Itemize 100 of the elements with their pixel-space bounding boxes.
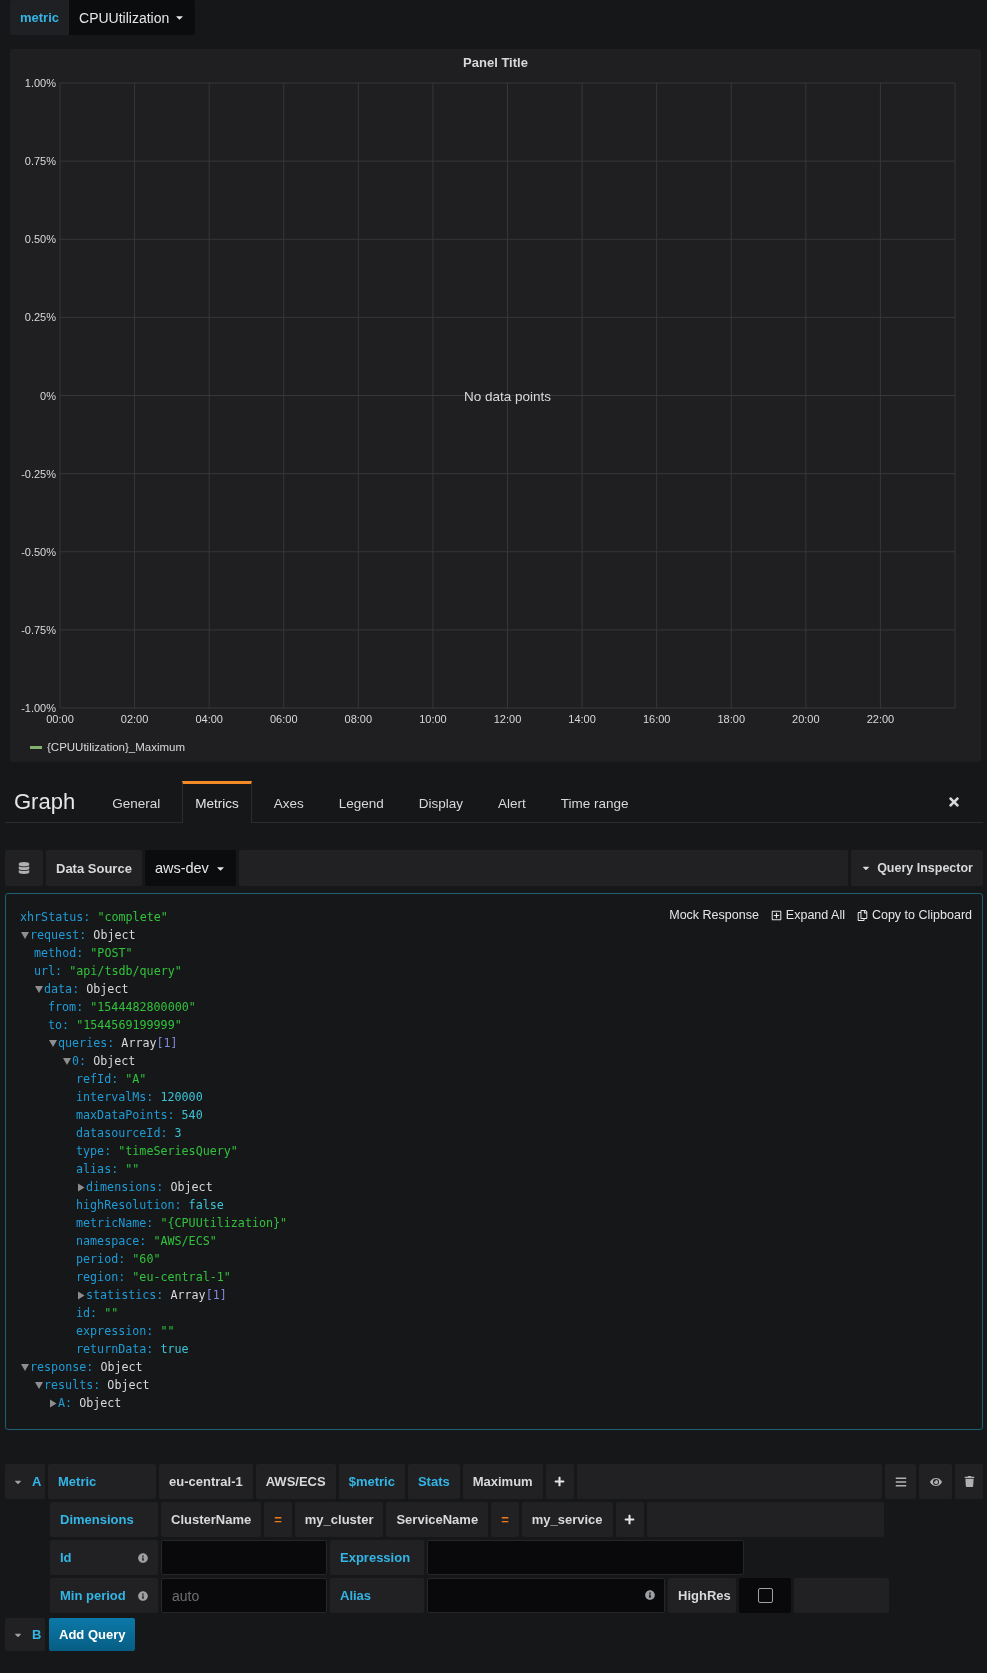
json-key[interactable]: request: [30, 928, 87, 942]
dimension-key-segment[interactable]: ClusterName [161, 1502, 262, 1537]
query-inspector-button[interactable]: Query Inspector [851, 850, 983, 886]
expression-input[interactable] [427, 1540, 744, 1575]
dimension-value-segment[interactable]: my_service [521, 1502, 613, 1537]
info-icon[interactable] [138, 1552, 148, 1563]
id-input[interactable] [161, 1540, 327, 1575]
no-data-message: No data points [463, 388, 552, 404]
json-key: from: [48, 1000, 84, 1014]
trash-icon[interactable] [963, 1476, 975, 1487]
query-ref-toggle[interactable]: B [5, 1618, 45, 1651]
data-source-dropdown[interactable]: aws-dev [144, 850, 236, 886]
metric-name-segment[interactable]: $metric [338, 1464, 405, 1499]
highres-label: HighRes [668, 1578, 736, 1613]
min-period-input[interactable]: auto [161, 1578, 327, 1613]
json-value: Array [170, 1288, 206, 1302]
x-axis-label: 06:00 [270, 713, 298, 725]
eye-icon[interactable] [929, 1475, 942, 1488]
inspector-action-link[interactable]: Expand All [770, 908, 845, 922]
operator-segment[interactable]: = [264, 1502, 292, 1537]
editor-tab[interactable]: General [99, 781, 174, 823]
y-axis-label: -0.25% [21, 467, 56, 480]
json-value: false [188, 1198, 224, 1212]
json-value: Object [93, 1054, 136, 1068]
json-key[interactable]: data: [44, 982, 80, 996]
plus-icon[interactable] [554, 1476, 566, 1487]
json-value: "AWS/ECS" [153, 1234, 217, 1248]
query-ref-toggle[interactable]: A [5, 1464, 45, 1499]
json-value: "POST" [90, 946, 133, 960]
x-axis-label: 04:00 [195, 713, 223, 725]
inspector-action-link[interactable]: Copy to Clipboard [856, 908, 972, 922]
y-axis-label: 1.00% [24, 77, 56, 89]
alias-input[interactable] [427, 1578, 665, 1613]
stat-segment[interactable]: Maximum [462, 1464, 543, 1499]
region-segment[interactable]: eu-central-1 [159, 1464, 253, 1499]
json-key: method: [34, 946, 84, 960]
expand-arrow-icon[interactable] [20, 930, 30, 940]
json-key: period: [76, 1252, 126, 1266]
query-ref-id: A [32, 1474, 42, 1489]
expand-arrow-icon[interactable] [34, 984, 44, 994]
editor-tab[interactable]: Alert [485, 781, 539, 823]
menu-icon[interactable] [894, 1475, 907, 1488]
json-key: refId: [76, 1072, 119, 1086]
dimension-key-segment[interactable]: ServiceName [386, 1502, 489, 1537]
json-key[interactable]: queries: [58, 1036, 115, 1050]
json-value: "A" [125, 1072, 147, 1086]
add-query-button[interactable]: Add Query [49, 1618, 136, 1651]
expand-arrow-icon[interactable] [20, 1362, 30, 1372]
json-value: "" [104, 1306, 119, 1320]
min-period-label: Min period [50, 1578, 158, 1613]
variable-dropdown[interactable]: CPUUtilization [69, 0, 196, 35]
editor-tab[interactable]: Axes [260, 781, 317, 823]
json-value: Object [107, 1378, 150, 1392]
namespace-segment[interactable]: AWS/ECS [255, 1464, 336, 1499]
expand-arrow-icon[interactable] [76, 1290, 86, 1300]
editor-tab[interactable]: Time range [547, 781, 642, 823]
json-key[interactable]: A: [58, 1396, 73, 1410]
json-key: alias: [76, 1162, 119, 1176]
editor-tab[interactable]: Display [405, 781, 477, 823]
editor-tab[interactable]: Legend [325, 781, 397, 823]
json-value: "{CPUUtilization}" [160, 1216, 288, 1230]
json-key: datasourceId: [76, 1126, 168, 1140]
stats-label: Stats [407, 1464, 460, 1499]
dimensions-label: Dimensions [50, 1502, 158, 1537]
x-axis-label: 18:00 [717, 713, 745, 725]
json-key[interactable]: response: [30, 1360, 94, 1374]
y-axis-label: 0.50% [24, 233, 56, 246]
dimension-value-segment[interactable]: my_cluster [294, 1502, 384, 1537]
expand-icon [770, 909, 782, 921]
editor-tab[interactable]: Metrics [182, 781, 252, 823]
x-axis-label: 00:00 [46, 713, 74, 725]
x-axis-label: 16:00 [642, 713, 671, 725]
expand-arrow-icon[interactable] [76, 1182, 86, 1192]
json-key[interactable]: results: [44, 1378, 101, 1392]
plus-icon[interactable] [624, 1514, 636, 1525]
expand-arrow-icon[interactable] [62, 1056, 72, 1066]
y-axis-label: -0.75% [21, 623, 56, 636]
highres-checkbox[interactable] [757, 1588, 773, 1603]
json-key[interactable]: dimensions: [86, 1180, 164, 1194]
json-key: url: [34, 964, 63, 978]
operator-segment[interactable]: = [491, 1502, 519, 1537]
metric-label: Metric [48, 1464, 156, 1499]
expand-arrow-icon[interactable] [34, 1380, 44, 1390]
json-value: true [160, 1342, 189, 1356]
json-value: 3 [174, 1126, 182, 1140]
json-value: Array [121, 1036, 157, 1050]
expand-arrow-icon[interactable] [48, 1038, 58, 1048]
json-key[interactable]: 0: [72, 1054, 87, 1068]
inspector-action-link[interactable]: Mock Response [669, 908, 759, 922]
close-icon[interactable] [947, 795, 961, 809]
json-key[interactable]: statistics: [86, 1288, 164, 1302]
json-value: "api/tsdb/query" [69, 964, 182, 978]
info-icon[interactable] [138, 1590, 148, 1601]
json-value: "" [125, 1162, 140, 1176]
y-axis-label: -0.50% [21, 545, 56, 558]
expand-arrow-icon[interactable] [48, 1398, 58, 1408]
panel-title: Panel Title [462, 54, 529, 72]
info-icon[interactable] [645, 1590, 655, 1600]
y-axis-label: -1.00% [21, 702, 56, 714]
y-axis-label: 0% [40, 389, 56, 402]
